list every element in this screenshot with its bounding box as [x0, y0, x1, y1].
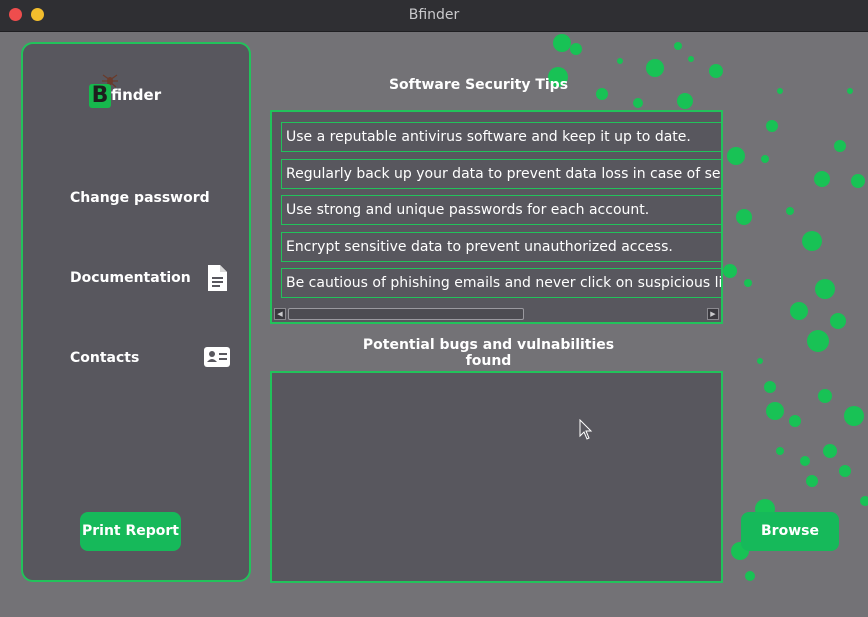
contact-card-icon[interactable] [203, 346, 231, 368]
scroll-right-icon[interactable]: ▶ [707, 308, 719, 320]
tips-list: Use a reputable antivirus software and k… [270, 110, 723, 324]
tips-title: Software Security Tips [388, 77, 569, 93]
app-logo: B finder [87, 72, 177, 114]
bugs-title: Potential bugs and vulnabilities found [362, 337, 615, 369]
tip-item[interactable]: Use a reputable antivirus software and k… [281, 122, 721, 152]
documentation-link[interactable]: Documentation [70, 270, 191, 286]
title-bar: Bfinder [0, 0, 868, 32]
contacts-link[interactable]: Contacts [70, 350, 139, 366]
window-title: Bfinder [408, 7, 460, 23]
tip-item[interactable]: Encrypt sensitive data to prevent unauth… [281, 232, 721, 262]
tip-item[interactable]: Be cautious of phishing emails and never… [281, 268, 721, 298]
tip-item[interactable]: Use strong and unique passwords for each… [281, 195, 721, 225]
change-password-link[interactable]: Change password [70, 190, 210, 206]
bugs-results-area[interactable] [270, 371, 723, 583]
browse-button[interactable]: Browse [741, 512, 839, 551]
print-report-button[interactable]: Print Report [80, 512, 181, 551]
sidebar: B finder Change password Documentation C… [21, 42, 251, 582]
scroll-left-icon[interactable]: ◀ [274, 308, 286, 320]
logo-letter: B [89, 84, 111, 108]
document-icon[interactable] [206, 264, 228, 292]
mouse-cursor-icon [579, 419, 593, 440]
app-window: Bfinder B finder Change password Documen… [0, 0, 868, 617]
tip-item[interactable]: Regularly back up your data to prevent d… [281, 159, 721, 189]
horizontal-scrollbar[interactable]: ◀ ▶ [272, 306, 721, 320]
scrollbar-thumb[interactable] [288, 308, 524, 320]
logo-text: finder [111, 86, 162, 104]
